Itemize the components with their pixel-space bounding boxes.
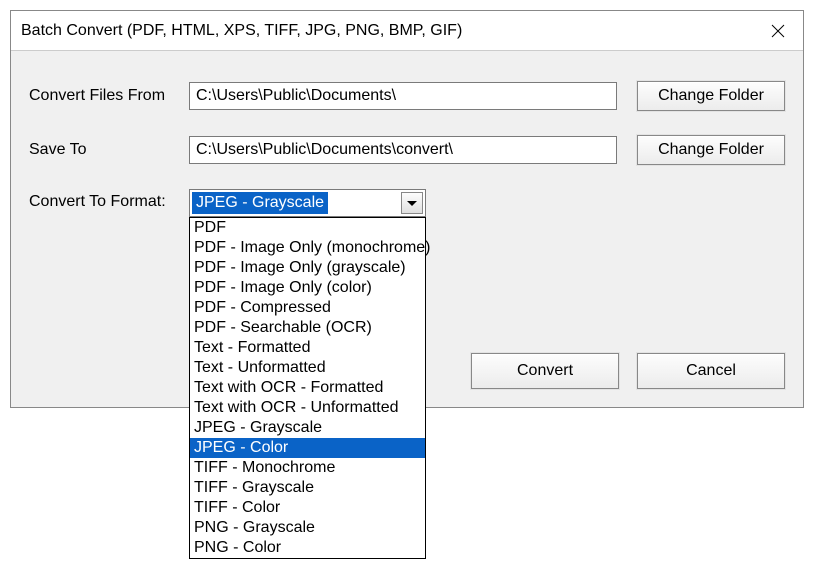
close-icon — [771, 24, 785, 38]
format-option[interactable]: PDF — [190, 218, 425, 238]
close-button[interactable] — [769, 22, 787, 40]
dialog-window: Batch Convert (PDF, HTML, XPS, TIFF, JPG… — [10, 10, 804, 408]
format-option[interactable]: PNG - Color — [190, 538, 425, 558]
change-folder-from-button[interactable]: Change Folder — [637, 81, 785, 111]
format-option[interactable]: PDF - Image Only (monochrome) — [190, 238, 425, 258]
cancel-button[interactable]: Cancel — [637, 353, 785, 389]
format-selected-value: JPEG - Grayscale — [192, 192, 328, 214]
format-option[interactable]: TIFF - Grayscale — [190, 478, 425, 498]
format-label: Convert To Format: — [29, 189, 189, 211]
format-option[interactable]: TIFF - Monochrome — [190, 458, 425, 478]
format-option[interactable]: Text with OCR - Unformatted — [190, 398, 425, 418]
window-title: Batch Convert (PDF, HTML, XPS, TIFF, JPG… — [21, 22, 462, 40]
save-to-label: Save To — [29, 141, 189, 159]
convert-from-row: Convert Files From Change Folder — [29, 81, 785, 111]
format-row: Convert To Format: JPEG - Grayscale PDFP… — [29, 189, 785, 217]
format-combobox[interactable]: JPEG - Grayscale — [189, 189, 426, 217]
format-option[interactable]: Text - Formatted — [190, 338, 425, 358]
save-to-input[interactable] — [189, 136, 617, 164]
format-option[interactable]: Text with OCR - Formatted — [190, 378, 425, 398]
format-option[interactable]: JPEG - Color — [190, 438, 425, 458]
convert-button[interactable]: Convert — [471, 353, 619, 389]
format-option[interactable]: PDF - Image Only (color) — [190, 278, 425, 298]
chevron-down-icon[interactable] — [401, 192, 423, 214]
change-folder-to-button[interactable]: Change Folder — [637, 135, 785, 165]
convert-from-input[interactable] — [189, 82, 617, 110]
format-option[interactable]: Text - Unformatted — [190, 358, 425, 378]
format-option[interactable]: PNG - Grayscale — [190, 518, 425, 538]
save-to-row: Save To Change Folder — [29, 135, 785, 165]
format-dropdown-list[interactable]: PDFPDF - Image Only (monochrome)PDF - Im… — [189, 217, 426, 559]
format-option[interactable]: PDF - Image Only (grayscale) — [190, 258, 425, 278]
dialog-content: Convert Files From Change Folder Save To… — [11, 51, 803, 407]
format-option[interactable]: TIFF - Color — [190, 498, 425, 518]
convert-from-label: Convert Files From — [29, 87, 189, 105]
format-option[interactable]: PDF - Searchable (OCR) — [190, 318, 425, 338]
action-buttons: Convert Cancel — [471, 353, 785, 389]
format-combo-wrap: JPEG - Grayscale PDFPDF - Image Only (mo… — [189, 189, 426, 217]
titlebar: Batch Convert (PDF, HTML, XPS, TIFF, JPG… — [11, 11, 803, 51]
format-option[interactable]: JPEG - Grayscale — [190, 418, 425, 438]
format-option[interactable]: PDF - Compressed — [190, 298, 425, 318]
